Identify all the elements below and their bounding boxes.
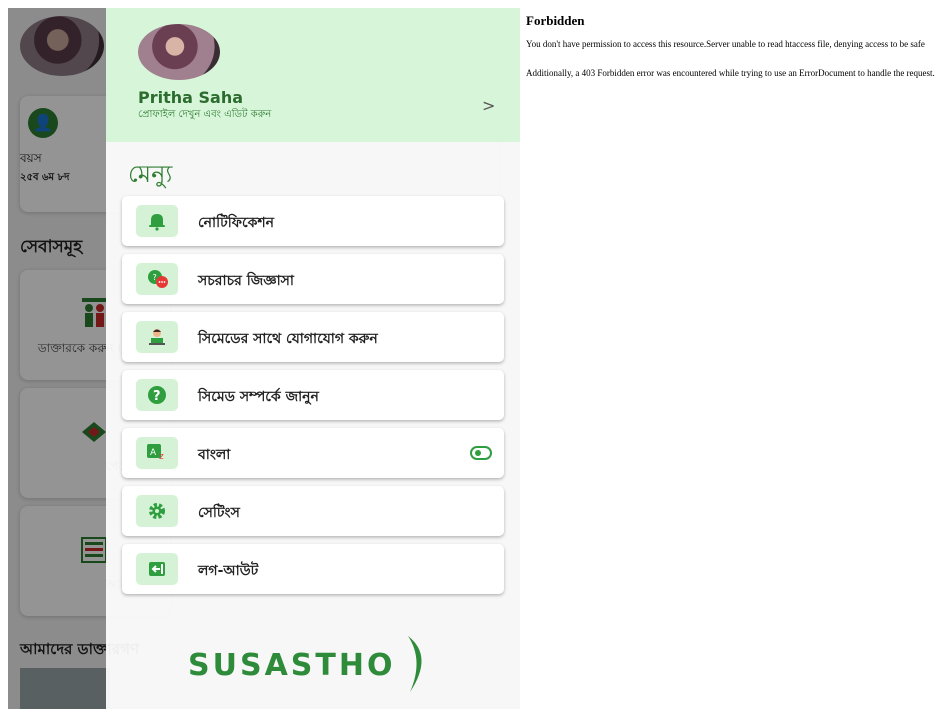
- menu-item-faq[interactable]: ? সচরাচর জিজ্ঞাসা: [122, 254, 504, 304]
- brand-logo: SUSASTHO: [188, 648, 396, 683]
- support-agent-icon: [136, 321, 178, 353]
- translate-icon: Az: [136, 437, 178, 469]
- menu-item-about[interactable]: ? সিমেড সম্পর্কে জানুন: [122, 370, 504, 420]
- error-message: You don't have permission to access this…: [526, 39, 925, 49]
- brand-swoosh-icon: [408, 636, 422, 692]
- profile-name: Pritha Saha: [138, 88, 244, 107]
- menu-item-label: সিমেডের সাথে যোগাযোগ করুন: [198, 331, 378, 347]
- gear-icon: [136, 495, 178, 527]
- toggle-icon[interactable]: [470, 446, 492, 460]
- svg-text:z: z: [159, 452, 164, 462]
- navigation-drawer: Pritha Saha প্রোফাইল দেখুন এবং এডিট করুন…: [106, 8, 520, 709]
- menu-item-label: সেটিংস: [198, 505, 240, 521]
- menu-item-label: নোটিফিকেশন: [198, 215, 275, 231]
- logout-icon: [136, 553, 178, 585]
- menu-item-language[interactable]: Az বাংলা: [122, 428, 504, 478]
- menu-item-contact[interactable]: সিমেডের সাথে যোগাযোগ করুন: [122, 312, 504, 362]
- question-icon: ?: [136, 379, 178, 411]
- error-title: Forbidden: [526, 13, 585, 28]
- chevron-right-icon[interactable]: >: [482, 96, 495, 115]
- svg-text:?: ?: [153, 273, 157, 282]
- svg-text:?: ?: [153, 389, 161, 404]
- menu-item-logout[interactable]: লগ-আউট: [122, 544, 504, 594]
- menu-item-label: সিমেড সম্পর্কে জানুন: [198, 389, 319, 405]
- profile-subtitle: প্রোফাইল দেখুন এবং এডিট করুন: [138, 109, 272, 120]
- menu-item-label: লগ-আউট: [198, 563, 259, 579]
- menu-item-label: সচরাচর জিজ্ঞাসা: [198, 273, 294, 289]
- menu-item-label: বাংলা: [198, 447, 231, 463]
- chat-bubbles-icon: ?: [136, 263, 178, 295]
- menu-item-settings[interactable]: সেটিংস: [122, 486, 504, 536]
- menu-item-notifications[interactable]: নোটিফিকেশন: [122, 196, 504, 246]
- profile-header[interactable]: Pritha Saha প্রোফাইল দেখুন এবং এডিট করুন…: [106, 8, 520, 142]
- menu-title: মেন্যু: [128, 160, 173, 188]
- bell-icon: [136, 205, 178, 237]
- error-additional: Additionally, a 403 Forbidden error was …: [526, 68, 935, 78]
- profile-avatar: [138, 24, 220, 80]
- phone-screenshot: 👤 বয়স ২৫ব ৬ম ৮দ সেবাসমূহ ডাক্তারকে করুন…: [8, 8, 520, 709]
- svg-text:A: A: [150, 448, 157, 458]
